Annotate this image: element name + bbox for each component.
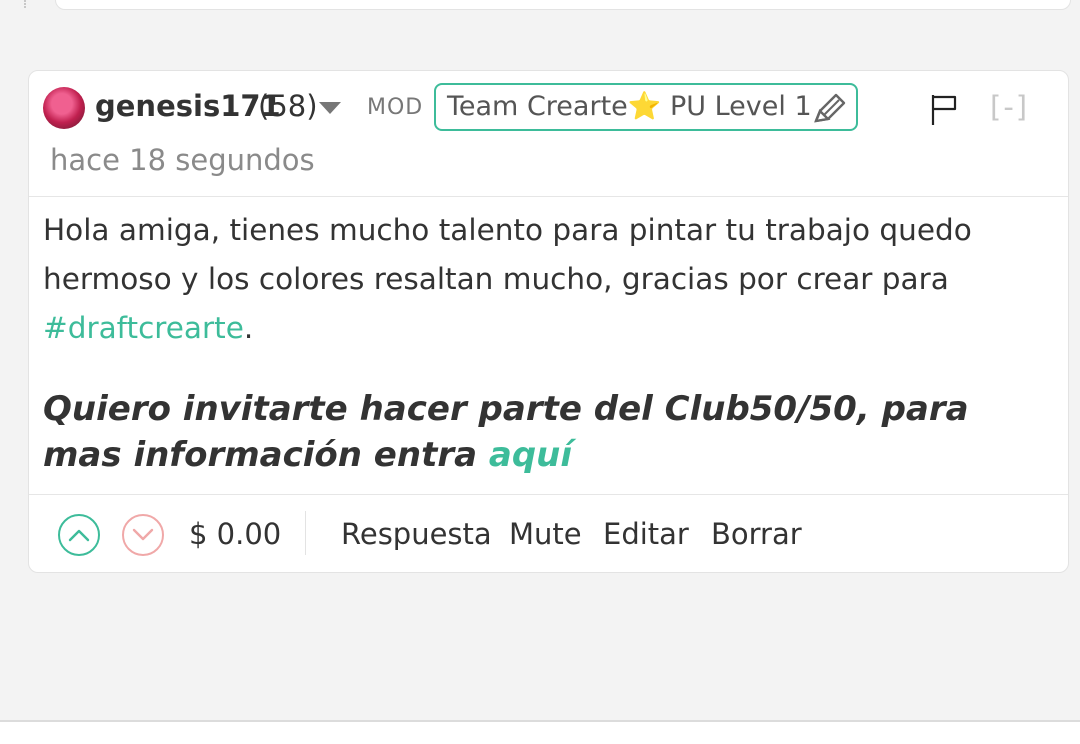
upvote-icon <box>68 529 90 542</box>
pencil-icon[interactable] <box>812 91 848 125</box>
upvote-button[interactable] <box>58 514 100 556</box>
downvote-icon <box>132 528 154 541</box>
downvote-button[interactable] <box>122 514 164 556</box>
mute-button[interactable]: Mute <box>509 514 582 554</box>
comment-body-end: . <box>243 311 254 345</box>
comment-body: Hola amiga, tienes mucho talento para pi… <box>43 206 1053 353</box>
avatar[interactable] <box>43 87 85 129</box>
author-reputation: (58) <box>258 89 318 123</box>
author-name[interactable]: genesis171 <box>95 87 281 125</box>
team-badge: Team Crearte⭐ PU Level 1 <box>434 83 858 131</box>
comment-card: genesis171 (58) MOD Team Crearte⭐ PU Lev… <box>28 70 1069 573</box>
delete-button[interactable]: Borrar <box>711 514 802 554</box>
comment-body-text: Hola amiga, tienes mucho talento para pi… <box>43 213 972 296</box>
divider <box>29 196 1068 197</box>
reply-button[interactable]: Respuesta <box>341 514 492 554</box>
collapse-button[interactable]: [-] <box>990 89 1029 125</box>
thread-line <box>24 0 30 8</box>
badge-team-text: Team Crearte <box>447 91 628 122</box>
chevron-down-icon[interactable] <box>319 102 341 114</box>
comment-timestamp[interactable]: hace 18 segundos <box>50 141 315 179</box>
previous-comment-card <box>55 0 1071 10</box>
divider <box>305 511 306 555</box>
role-label: MOD <box>367 95 424 120</box>
flag-icon[interactable] <box>930 93 958 127</box>
divider <box>29 494 1068 495</box>
star-icon: ⭐ <box>627 91 662 122</box>
invite-text: Quiero invitarte hacer parte del Club50/… <box>43 386 1053 478</box>
badge-level-text: PU Level 1 <box>661 91 812 122</box>
payout-value[interactable]: $ 0.00 <box>189 514 281 554</box>
edit-button[interactable]: Editar <box>603 514 689 554</box>
invite-link[interactable]: aquí <box>489 435 572 475</box>
bottom-bar <box>0 722 1080 744</box>
hashtag-link[interactable]: #draftcrearte <box>43 311 244 345</box>
